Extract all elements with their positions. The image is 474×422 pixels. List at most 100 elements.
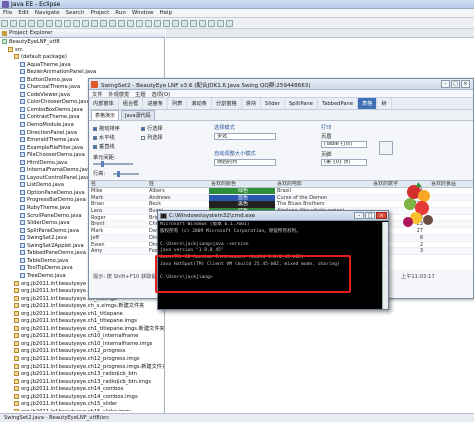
- tree-item[interactable]: org.jb2011.lnf.beautyeye.ch1_titlepane: [2, 310, 164, 319]
- toolbar-button-icon[interactable]: [190, 20, 197, 27]
- tab-table-demo[interactable]: 表格演示: [91, 110, 120, 120]
- column-header[interactable]: 名: [89, 181, 147, 187]
- tree-item[interactable]: org.jb2011.lnf.beautyeye.ch1_titlepane.i…: [2, 325, 164, 334]
- tree-item[interactable]: org.jb2011.lnf.beautyeye.ch10_internalfr…: [2, 333, 164, 341]
- menu-item[interactable]: Navigate: [32, 9, 63, 17]
- toolbar-button-icon[interactable]: [100, 20, 107, 27]
- toolbar-button-icon[interactable]: [55, 20, 62, 27]
- demo-toolbar-button[interactable]: 表格: [358, 98, 378, 109]
- cmd-titlebar[interactable]: C:\Windows\system32\cmd.exe – □ ×: [158, 211, 388, 221]
- demo-toolbar-button[interactable]: SplitPane: [285, 99, 318, 109]
- toolbar-button-icon[interactable]: [154, 20, 161, 27]
- tree-item[interactable]: org.jb2011.lnf.beautyeye.ch15_slider: [2, 401, 164, 409]
- demo-toolbar-button[interactable]: 树: [377, 98, 392, 109]
- tree-item[interactable]: BezierAnimationPanel.java: [2, 69, 164, 77]
- select-mode-combo[interactable]: 多选: [214, 133, 276, 140]
- tree-item[interactable]: org.jb2011.lnf.beautyeye.ch15_slider.img…: [2, 408, 164, 411]
- row-height-slider[interactable]: [113, 171, 139, 177]
- demo-toolbar-button[interactable]: 分割窗格: [212, 98, 242, 109]
- toolbar-button-icon[interactable]: [145, 20, 152, 27]
- tree-item[interactable]: org.jb2011.lnf.beautyeye.ch14_combox: [2, 386, 164, 394]
- demo-toolbar-button[interactable]: 滚动条: [187, 98, 212, 109]
- spacing-slider[interactable]: [93, 161, 133, 167]
- demo-toolbar-button[interactable]: 滑块: [242, 98, 262, 109]
- checkbox-box[interactable]: [141, 126, 145, 131]
- toolbar-button-icon[interactable]: [19, 20, 26, 27]
- toolbar-button-icon[interactable]: [172, 20, 179, 27]
- toolbar-button-icon[interactable]: [109, 20, 116, 27]
- toolbar-button-icon[interactable]: [181, 20, 188, 27]
- close-button[interactable]: ×: [461, 80, 470, 88]
- cmd-close-button[interactable]: ×: [376, 212, 387, 219]
- menu-item[interactable]: Run: [112, 9, 129, 17]
- toolbar-button-icon[interactable]: [163, 20, 170, 27]
- tree-item[interactable]: org.jb2011.lnf.beautyeye.ch10_internalfr…: [2, 340, 164, 349]
- maximize-button[interactable]: □: [451, 80, 460, 88]
- toolbar-button-icon[interactable]: [136, 20, 143, 27]
- checkbox-box[interactable]: [93, 126, 97, 131]
- row-select-checkbox[interactable]: 行选择: [141, 125, 163, 132]
- menu-item[interactable]: File: [0, 9, 15, 17]
- menu-item[interactable]: Edit: [15, 9, 32, 17]
- checkbox-box[interactable]: [93, 135, 97, 140]
- slider-knob[interactable]: [117, 171, 120, 177]
- horiz-lines-checkbox[interactable]: 水平线: [93, 134, 115, 141]
- toolbar-button-icon[interactable]: [73, 20, 80, 27]
- demo-toolbar-button[interactable]: 组合框: [119, 98, 144, 109]
- toolbar-button-icon[interactable]: [217, 20, 224, 27]
- menu-item[interactable]: Window: [129, 9, 157, 17]
- column-header[interactable]: 喜欢的颜色: [209, 181, 275, 187]
- tree-item[interactable]: org.jb2011.lnf.beautyeye.ch13_radio$cb_b…: [2, 378, 164, 387]
- toolbar-button-icon[interactable]: [37, 20, 44, 27]
- demo-toolbar-button[interactable]: TabbedPane: [318, 99, 359, 109]
- tree-item[interactable]: org.jb2011.lnf.beautyeye.ch14_combox.img…: [2, 393, 164, 402]
- menu-item[interactable]: Search: [63, 9, 88, 17]
- footer-input[interactable]: (第 {0} 页): [321, 159, 367, 166]
- tree-item[interactable]: org.jb2011.lnf.beautyeye.ch_x.ximgs.新建文件…: [2, 303, 164, 311]
- demo-toolbar-button[interactable]: 进度条: [143, 98, 168, 109]
- toolbar-button-icon[interactable]: [226, 20, 233, 27]
- swingset2-titlebar[interactable]: SwingSet2 - BeautyEye LNF v3.6 (配合JDK1.6…: [89, 79, 473, 90]
- checkbox-box[interactable]: [93, 144, 97, 149]
- toolbar-button-icon[interactable]: [199, 20, 206, 27]
- tree-item[interactable]: org.jb2011.lnf.beautyeye.ch1_titlepane.i…: [2, 318, 164, 326]
- toolbar-button-icon[interactable]: [82, 20, 89, 27]
- column-header[interactable]: 喜欢的电影: [275, 181, 371, 187]
- tree-item[interactable]: org.jb2011.lnf.beautyeye.ch12_progress: [2, 348, 164, 356]
- resize-mode-combo[interactable]: 随后的列: [214, 159, 276, 166]
- toolbar-button-icon[interactable]: [10, 20, 17, 27]
- header-input[interactable]: (Table 打印): [321, 141, 367, 148]
- menu-item[interactable]: Project: [87, 9, 112, 17]
- toolbar-button-icon[interactable]: [127, 20, 134, 27]
- minimize-button[interactable]: –: [441, 80, 450, 88]
- toolbar-button-icon[interactable]: [208, 20, 215, 27]
- toolbar-button-icon[interactable]: [64, 20, 71, 27]
- column-header[interactable]: 姓: [147, 181, 209, 187]
- cmd-maximize-button[interactable]: □: [365, 212, 375, 219]
- demo-toolbar-button[interactable]: 列表: [168, 98, 188, 109]
- cmd-scrollbar[interactable]: [382, 222, 388, 309]
- demo-toolbar-button[interactable]: Slider: [261, 99, 285, 109]
- slider-knob[interactable]: [101, 161, 104, 167]
- toolbar-button-icon[interactable]: [46, 20, 53, 27]
- toolbar-button-icon[interactable]: [28, 20, 35, 27]
- menu-item[interactable]: Help: [157, 9, 176, 17]
- checkbox-box[interactable]: [141, 135, 145, 140]
- tree-item[interactable]: org.jb2011.lnf.beautyeye.ch12_progress.i…: [2, 355, 164, 364]
- demo-toolbar-button[interactable]: 内部窗体: [89, 98, 119, 109]
- tree-item[interactable]: BeautyEyeLNF_utf8: [2, 39, 164, 47]
- col-select-checkbox[interactable]: 列选择: [141, 134, 163, 141]
- tree-item[interactable]: src: [2, 46, 164, 55]
- toolbar-button-icon[interactable]: [1, 20, 8, 27]
- vert-lines-checkbox[interactable]: 垂直线: [93, 143, 115, 150]
- tree-item[interactable]: AquaTheme.java: [2, 61, 164, 70]
- tree-item[interactable]: org.jb2011.lnf.beautyeye.ch13_radio$cb_b…: [2, 371, 164, 379]
- tree-item[interactable]: (default package): [2, 54, 164, 62]
- toolbar-button-icon[interactable]: [118, 20, 125, 27]
- tab-source-code[interactable]: Java源代码: [121, 110, 155, 120]
- toolbar-button-icon[interactable]: [91, 20, 98, 27]
- print-icon[interactable]: [379, 141, 393, 155]
- tree-item[interactable]: org.jb2011.lnf.beautyeye.ch12_progress.i…: [2, 363, 164, 372]
- reorder-checkbox[interactable]: 拖动排序: [93, 125, 120, 132]
- cmd-minimize-button[interactable]: –: [354, 212, 364, 219]
